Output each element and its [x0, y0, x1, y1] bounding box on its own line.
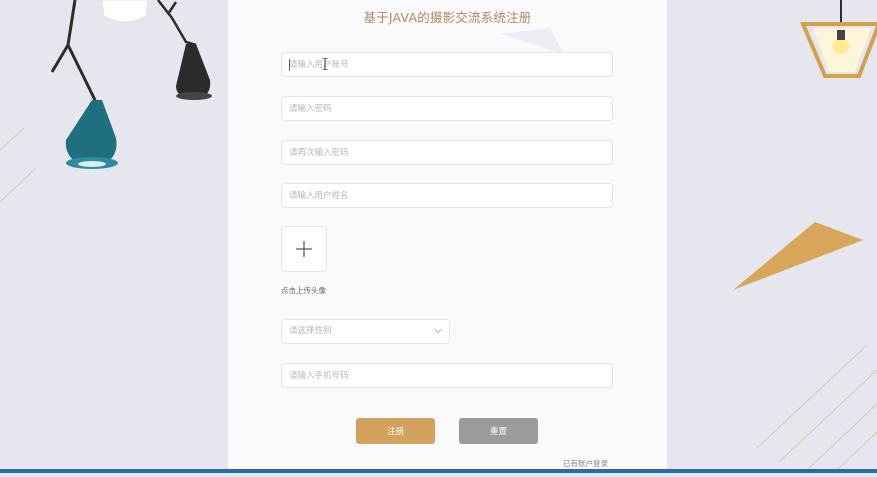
text-cursor-icon — [322, 58, 328, 70]
avatar-upload-label: 点击上传头像 — [281, 286, 326, 295]
geometric-decor-illustration — [733, 0, 877, 471]
name-field[interactable] — [281, 183, 613, 208]
gender-select-placeholder: 请选择性别 — [289, 326, 332, 336]
chevron-down-icon — [434, 328, 442, 334]
confirm-password-field[interactable] — [281, 140, 613, 165]
login-link[interactable]: 已有账户登录 — [563, 458, 608, 469]
phone-field[interactable] — [281, 363, 613, 388]
account-field[interactable] — [281, 52, 613, 77]
gender-select[interactable]: 请选择性别 — [281, 319, 450, 344]
page-title: 基于JAVA的摄影交流系统注册 — [363, 10, 532, 25]
text-caret — [289, 59, 290, 71]
confirm-password-input[interactable] — [282, 141, 612, 164]
password-field[interactable] — [281, 96, 613, 121]
account-input[interactable] — [282, 53, 612, 76]
phone-input[interactable] — [282, 364, 612, 387]
plus-icon — [296, 241, 312, 257]
window-bottom-bar — [0, 469, 877, 473]
avatar-upload-button[interactable] — [281, 226, 327, 272]
reset-button[interactable]: 重置 — [459, 418, 538, 444]
name-input[interactable] — [282, 184, 612, 207]
password-input[interactable] — [282, 97, 612, 120]
background-right-decoration — [667, 0, 877, 473]
pendant-lamps-illustration — [0, 0, 212, 203]
background-left-decoration — [0, 0, 228, 473]
register-button[interactable]: 注册 — [356, 418, 435, 444]
